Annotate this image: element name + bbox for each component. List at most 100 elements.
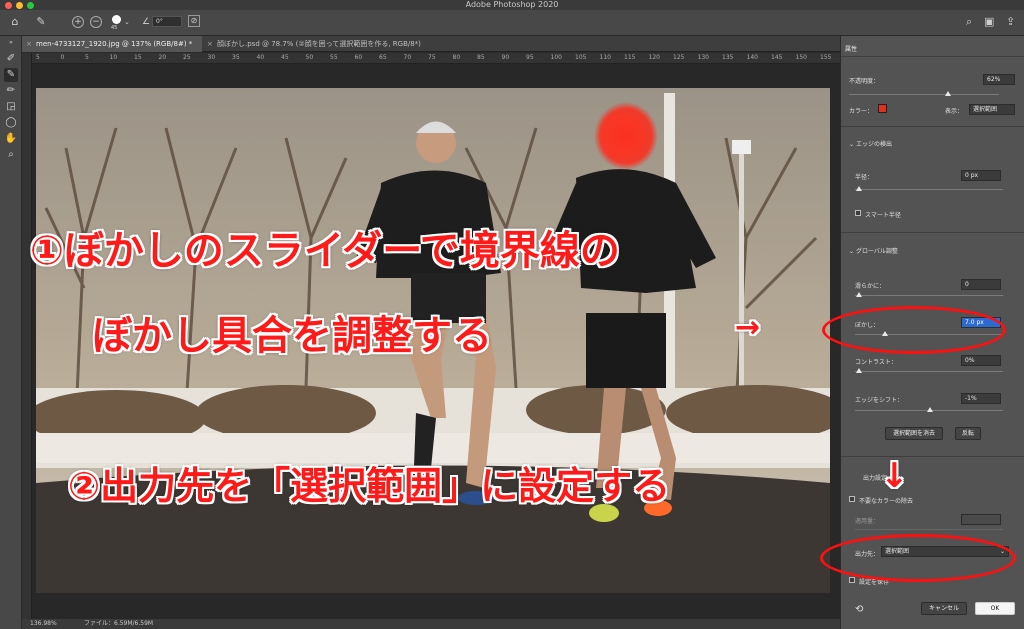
edge-detect-section[interactable]: ⌄ エッジの検出 [849,139,892,148]
ruler-tick: 90 [501,54,510,61]
divider [841,126,1024,127]
ruler-tick: 115 [624,54,636,61]
ruler-tick: 35 [232,54,240,61]
brush-preview-icon[interactable] [112,15,121,24]
share-icon[interactable]: ⇪ [1006,15,1015,29]
divider [841,456,1024,457]
annotation-feather-highlight [822,306,1006,354]
annotation-arrow-right: → [735,310,761,345]
hand-icon[interactable]: ✋ [4,132,18,146]
ruler-tick: 45 [281,54,289,61]
ruler-tick: 120 [648,54,660,61]
brush-dropdown-icon[interactable]: ⌄ [124,15,130,29]
lasso-icon[interactable]: ◯ [4,116,18,130]
tools-panel: » ✐ ✎ ✏ ◲ ◯ ✋ ⌕ [0,36,22,629]
opacity-slider-track[interactable] [849,94,999,95]
angle-field[interactable]: 0° [152,16,182,27]
quick-selection-icon[interactable]: ✐ [4,52,18,66]
color-label: カラー： [849,108,874,115]
file-size: ファイル：6.59M/6.59M [84,620,154,627]
zoom-level[interactable]: 136.98% [30,619,57,629]
ruler-tick: 105 [575,54,587,61]
radius-label: 半径： [855,174,874,181]
ruler-tick: 0 [60,54,65,61]
close-tab-icon[interactable]: × [26,36,32,52]
smooth-field[interactable]: 0 [961,279,1001,290]
subtract-from-selection-icon[interactable]: − [90,16,102,28]
chevron-down-icon: ⌄ [849,141,855,148]
ruler-tick: 5 [36,54,40,61]
chevron-down-icon: ⌄ [849,248,855,255]
ruler-tick: 10 [109,54,118,61]
view-label: 表示： [945,108,964,115]
add-to-selection-icon[interactable]: + [72,16,84,28]
brush-size: 45 [111,25,118,31]
angle-icon: ∠ [142,17,151,27]
ruler-tick: 15 [134,54,142,61]
decontaminate-label: 不要なカラーの除去 [859,498,914,505]
ok-button[interactable]: OK [975,602,1015,615]
radius-slider-thumb[interactable] [856,186,862,191]
remember-settings-checkbox[interactable] [849,577,855,583]
tab-label: 顔ぼかし.psd @ 78.7% (②顔を囲って選択範囲を作る, RGB/8*) [217,40,421,48]
tab-face-blur-psd[interactable]: × 顔ぼかし.psd @ 78.7% (②顔を囲って選択範囲を作る, RGB/8… [203,36,443,52]
ruler-tick: 55 [330,54,338,61]
amount-label: 適用量： [855,518,880,525]
view-select[interactable]: 選択範囲 [969,104,1015,115]
ruler-tick: 100 [550,54,562,61]
ruler-tick: 5 [85,54,89,61]
app-title: Adobe Photoshop 2020 [465,0,559,9]
smart-radius-label: スマート半径 [865,212,901,219]
radius-field[interactable]: 0 px [961,170,1001,181]
annotation-output-highlight [820,534,1016,582]
amount-slider-track[interactable] [855,529,1003,530]
ruler-tick: 80 [452,54,461,61]
shift-edge-slider-thumb[interactable] [927,407,933,412]
global-adjust-section[interactable]: ⌄ グローバル調整 [849,246,898,255]
shift-edge-label: エッジをシフト： [855,397,904,404]
vertical-ruler [22,53,32,619]
search-icon[interactable]: ⌕ [966,15,972,29]
amount-field[interactable] [961,514,1001,525]
tab-label: men-4733127_1920.jpg @ 137% (RGB/8#) * [36,40,193,48]
close-tab-icon[interactable]: × [207,36,213,52]
horizontal-ruler: 5 0 5 10 15 20 25 30 35 40 45 50 55 60 65 70 75 80 85 90 95 1… [32,53,840,64]
contrast-field[interactable]: 0% [961,355,1001,366]
annotation-step1-line2: ぼかし具合を調整する [92,313,492,359]
refine-edge-brush-icon[interactable]: ✎ [4,68,18,82]
home-icon[interactable]: ⌂ [8,15,22,29]
mask-color-swatch[interactable] [878,104,887,113]
smooth-slider-thumb[interactable] [856,292,862,297]
shift-edge-field[interactable]: -1% [961,393,1001,404]
ruler-tick: 60 [354,54,363,61]
divider [841,232,1024,233]
pressure-icon[interactable]: ⊘ [188,15,200,27]
ruler-tick: 25 [183,54,191,61]
invert-button[interactable]: 反転 [955,427,981,440]
properties-tab[interactable]: 属性 [845,44,857,53]
title-bar: Adobe Photoshop 2020 [0,0,1024,10]
decontaminate-checkbox[interactable] [849,496,855,502]
refine-brush-tool-icon[interactable]: ✎ [34,15,48,29]
ruler-tick: 85 [477,54,485,61]
opacity-field[interactable]: 62% [983,74,1015,85]
brush-icon[interactable]: ✏ [4,84,18,98]
smooth-slider-track[interactable] [855,295,1003,296]
radius-slider-track[interactable] [855,189,1003,190]
cancel-button[interactable]: キャンセル [921,602,967,615]
object-selection-icon[interactable]: ◲ [4,100,18,114]
ruler-tick: 145 [771,54,783,61]
collapse-toolbar-icon[interactable]: » [4,36,18,50]
contrast-slider-track[interactable] [855,371,1003,372]
opacity-slider-thumb[interactable] [945,91,951,96]
smart-radius-checkbox[interactable] [855,210,861,216]
reset-icon[interactable]: ⟲ [855,604,863,615]
tab-men-jpg[interactable]: × men-4733127_1920.jpg @ 137% (RGB/8#) * [22,36,202,52]
ruler-tick: 20 [158,54,167,61]
contrast-slider-thumb[interactable] [856,368,862,373]
zoom-icon[interactable]: ⌕ [4,148,18,162]
ruler-tick: 125 [673,54,685,61]
workspace-icon[interactable]: ▣ [984,15,994,29]
options-bar: ⌂ ✎ + − 45 ⌄ ∠ 0° ⊘ ⌕ ▣ ⇪ [0,10,1024,36]
clear-selection-button[interactable]: 選択範囲を消去 [885,427,943,440]
